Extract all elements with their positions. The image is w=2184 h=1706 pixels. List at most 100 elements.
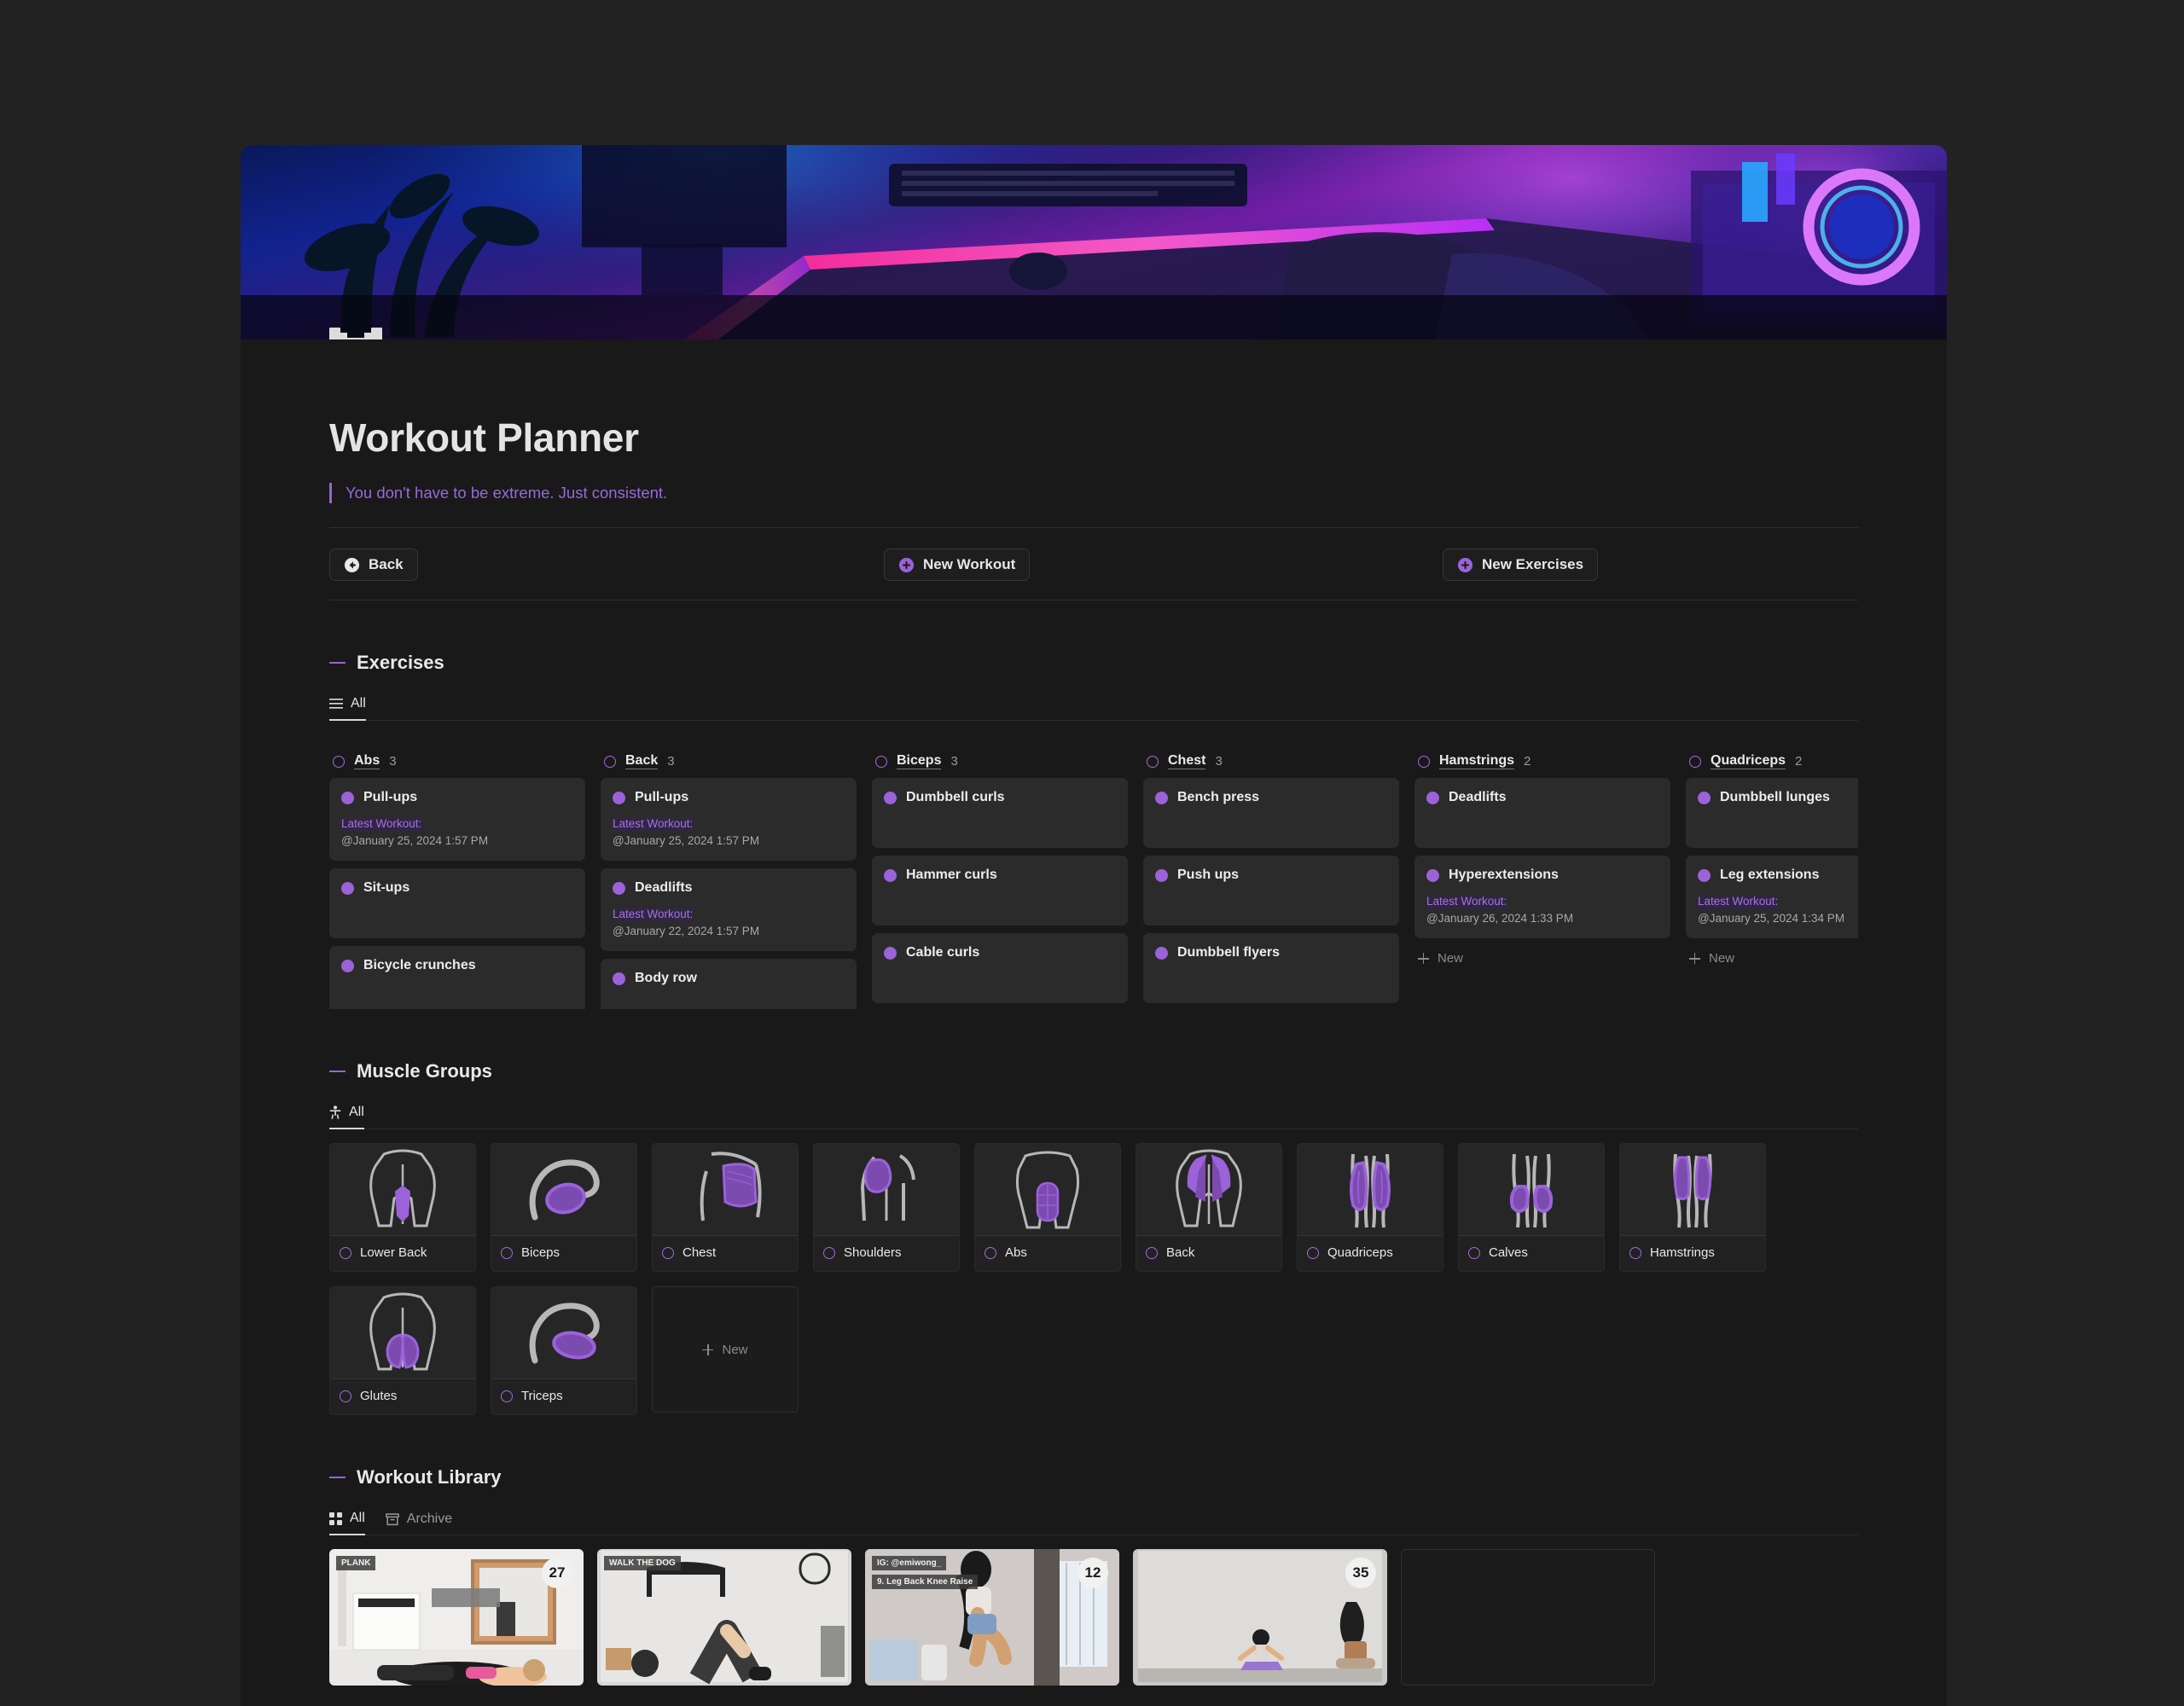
tab-library-archive[interactable]: Archive	[385, 1512, 452, 1535]
muscle-group-card[interactable]: Chest	[652, 1143, 799, 1272]
exercise-dot-icon	[1426, 791, 1439, 804]
exercise-new-button[interactable]: New	[1414, 946, 1670, 971]
back-button[interactable]: Back	[329, 548, 418, 581]
list-icon	[329, 699, 343, 709]
exercise-column-name[interactable]: Back	[625, 753, 659, 770]
exercise-card[interactable]: Deadlifts Latest Workout: @January 22, 202…	[601, 868, 857, 952]
muscle-groups-tabbar: All	[329, 1105, 1858, 1129]
muscle-group-illustration	[491, 1144, 636, 1236]
exercise-column: Abs 3 Pull-ups Latest Workout: @January 25, …	[329, 734, 601, 1009]
exercise-dot-icon	[884, 868, 897, 882]
muscle-group-card[interactable]: Abs	[974, 1143, 1121, 1272]
exercise-dot-icon	[1698, 868, 1711, 882]
tab-library-all[interactable]: All	[329, 1511, 365, 1535]
tab-muscle-groups-all[interactable]: All	[329, 1105, 364, 1129]
exercise-dot-icon	[341, 959, 354, 972]
tab-label: All	[350, 1511, 365, 1525]
dumbbell-icon	[329, 328, 382, 339]
exercise-card[interactable]: Dumbbell flyers	[1143, 933, 1399, 1004]
exercise-column-name[interactable]: Quadriceps	[1711, 753, 1786, 770]
exercise-card[interactable]: Pull-ups Latest Workout: @January 25, 2024…	[329, 778, 585, 862]
exercise-card[interactable]: Dumbbell lunges	[1686, 778, 1858, 849]
exercise-column-name[interactable]: Biceps	[897, 753, 942, 770]
status-ring-icon	[333, 755, 345, 768]
exercise-card[interactable]: Bicycle crunches	[329, 946, 585, 1009]
status-ring-icon	[340, 1246, 351, 1259]
lower-back-anatomy-icon	[369, 1149, 436, 1227]
exercise-new-button[interactable]: New	[1686, 946, 1858, 971]
exercise-card-title: Dumbbell lunges	[1720, 790, 1830, 805]
muscle-group-label: Shoulders	[844, 1245, 902, 1260]
workout-library-card-tag: IG: @emiwong_	[872, 1556, 947, 1570]
exercise-column-name[interactable]: Hamstrings	[1439, 753, 1515, 770]
exercise-card[interactable]: Dumbbell curls	[872, 778, 1128, 849]
muscle-group-card[interactable]: Triceps	[491, 1286, 637, 1415]
new-exercises-button[interactable]: New Exercises	[1443, 548, 1599, 581]
workout-library-section: Workout Library All Archive PLANK 27 WAL…	[329, 1415, 1858, 1686]
exercise-column-header: Quadriceps 2	[1686, 746, 1858, 778]
section-dash	[329, 662, 346, 664]
exercise-card-title-row: Body row	[613, 971, 845, 986]
back-anatomy-icon	[1176, 1149, 1242, 1227]
muscle-group-card[interactable]: Calves	[1458, 1143, 1605, 1272]
plus-icon	[1689, 953, 1700, 965]
workout-library-card-badge: 12	[1077, 1558, 1108, 1588]
exercise-card-title: Pull-ups	[363, 790, 418, 805]
exercise-card[interactable]: Deadlifts	[1414, 778, 1670, 849]
exercise-column-name[interactable]: Abs	[354, 753, 380, 770]
calves-anatomy-icon	[1509, 1153, 1554, 1227]
new-workout-button[interactable]: New Workout	[884, 548, 1031, 581]
exercise-card[interactable]: Push ups	[1143, 856, 1399, 926]
exercise-card[interactable]: Pull-ups Latest Workout: @January 25, 2024…	[601, 778, 857, 862]
muscle-group-card[interactable]: Lower Back	[329, 1143, 476, 1272]
abs-anatomy-icon	[1015, 1151, 1080, 1228]
exercise-card[interactable]: Leg extensions Latest Workout: @January 25…	[1686, 856, 1858, 939]
workout-library-card[interactable]: IG: @emiwong_ 9. Leg Back Knee Raise 12	[865, 1549, 1119, 1686]
muscle-group-illustration	[975, 1144, 1120, 1236]
workout-library-card[interactable]: PLANK 27	[329, 1549, 584, 1686]
workout-library-card[interactable]	[1401, 1549, 1655, 1686]
muscle-group-label-row: Back	[1136, 1236, 1281, 1271]
exercise-card-title-row: Bicycle crunches	[341, 958, 573, 973]
muscle-group-card[interactable]: Hamstrings	[1619, 1143, 1766, 1272]
exercise-card-title: Push ups	[1177, 868, 1240, 883]
muscle-group-card[interactable]: Biceps	[491, 1143, 637, 1272]
workout-library-card-subtag: 9. Leg Back Knee Raise	[872, 1575, 979, 1589]
exercises-board[interactable]: Abs 3 Pull-ups Latest Workout: @January 25, …	[329, 734, 1858, 1009]
muscle-group-card[interactable]: Shoulders	[813, 1143, 960, 1272]
exercise-card[interactable]: Cable curls	[872, 933, 1128, 1004]
workout-library-card[interactable]: 35	[1133, 1549, 1387, 1686]
exercise-card[interactable]: Hyperextensions Latest Workout: @January 2…	[1414, 856, 1670, 939]
tab-label: All	[349, 1105, 364, 1119]
plus-icon	[1418, 953, 1429, 965]
exercise-column-count: 3	[389, 754, 397, 769]
exercises-section-header: Exercises	[329, 601, 1858, 674]
tab-label: All	[351, 696, 366, 711]
exercise-card[interactable]: Bench press	[1143, 778, 1399, 849]
exercise-card-title-row: Sit-ups	[341, 880, 573, 896]
exercise-column-count: 3	[1215, 754, 1223, 769]
muscle-group-card[interactable]: Quadriceps	[1297, 1143, 1443, 1272]
muscle-group-illustration	[1620, 1144, 1765, 1236]
muscle-group-card[interactable]: Glutes	[329, 1286, 476, 1415]
cover-image	[241, 145, 1947, 339]
tab-exercises-all[interactable]: All	[329, 696, 366, 721]
latest-workout-label: Latest Workout:	[341, 817, 422, 833]
workout-library-card[interactable]: WALK THE DOG	[597, 1549, 851, 1686]
muscle-group-illustration	[1298, 1144, 1443, 1236]
latest-workout-date: @January 25, 2024 1:57 PM	[613, 834, 760, 848]
status-ring-icon	[501, 1246, 513, 1259]
muscle-group-new-button[interactable]: New	[652, 1286, 799, 1413]
exercise-column-name[interactable]: Chest	[1168, 753, 1206, 770]
section-dash	[329, 1477, 346, 1478]
page-cover-banner	[241, 145, 1947, 339]
exercise-card[interactable]: Sit-ups	[329, 868, 585, 939]
muscle-group-card[interactable]: Back	[1136, 1143, 1282, 1272]
new-label: New	[1438, 951, 1464, 966]
exercise-dot-icon	[884, 791, 897, 804]
status-ring-icon	[985, 1246, 996, 1259]
biceps-anatomy-icon	[529, 1158, 600, 1220]
exercise-card[interactable]: Hammer curls	[872, 856, 1128, 926]
exercise-dot-icon	[1155, 946, 1168, 960]
exercise-card[interactable]: Body row	[601, 959, 857, 1009]
